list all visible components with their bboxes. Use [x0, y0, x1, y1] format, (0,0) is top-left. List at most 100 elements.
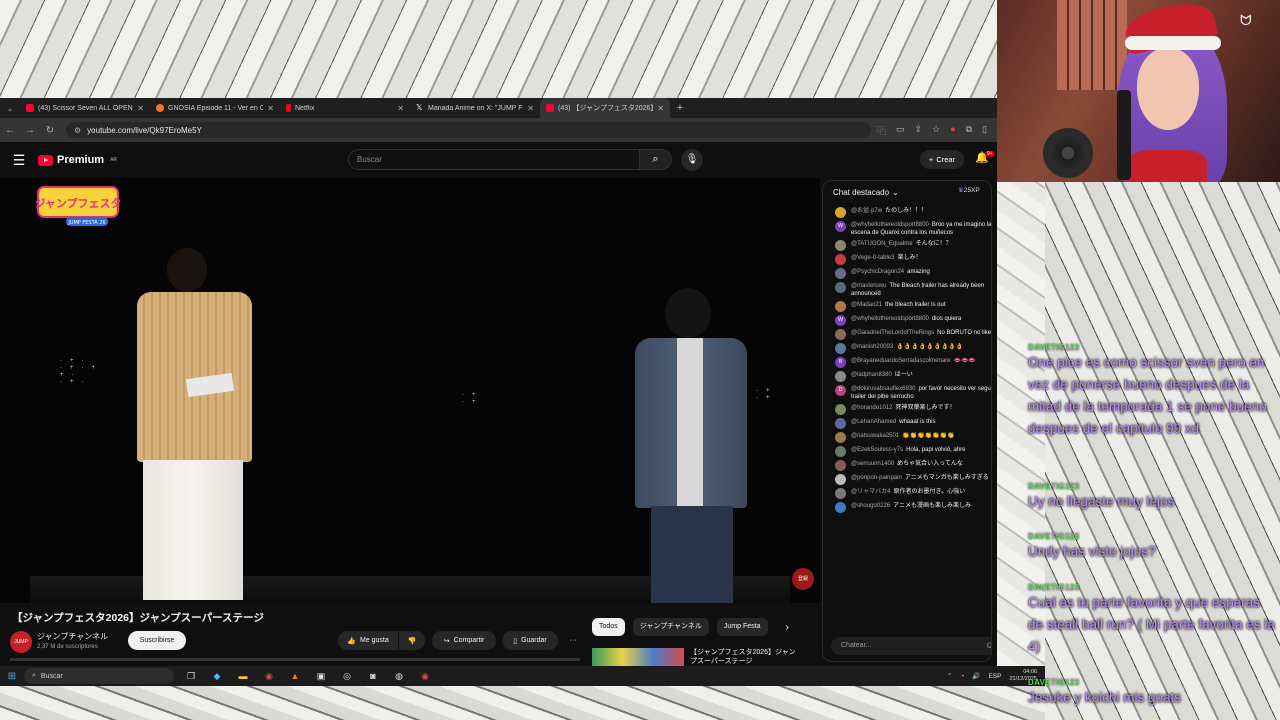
- chat-message[interactable]: @TATUGON_Equalme そんなに！？: [823, 238, 991, 252]
- share-button[interactable]: ↪ Compartir: [432, 631, 496, 650]
- chat-avatar[interactable]: [835, 239, 846, 251]
- tab-close-icon[interactable]: ✕: [527, 104, 534, 113]
- chat-username[interactable]: @shougo0226: [851, 503, 890, 509]
- tab-netflix[interactable]: Netflix ✕: [280, 98, 410, 118]
- xp-badge[interactable]: ♛25XP: [958, 186, 980, 194]
- chat-username[interactable]: @ponpon-painpain: [851, 475, 902, 481]
- chat-username[interactable]: @Madao21: [851, 302, 882, 308]
- cast-icon[interactable]: ▭: [896, 124, 905, 137]
- vlc-icon[interactable]: ▲: [288, 671, 302, 682]
- chat-message[interactable]: @horando1012 死神双葉楽しみです！: [823, 402, 991, 416]
- chat-message[interactable]: @manish20093 👌👌👌👌👌👌👌👌👌: [823, 341, 991, 355]
- chat-avatar[interactable]: [835, 459, 846, 471]
- chat-avatar[interactable]: [835, 281, 846, 293]
- video-player[interactable]: ジャンプフェスタ JUMP FESTA 26 ·+· ·+·+ +· ·+· ·+ ·+…: [0, 178, 820, 603]
- chat-username[interactable]: @LehanAhamed: [851, 419, 896, 425]
- chat-username[interactable]: @whyhellothereoldsport8800: [851, 222, 929, 228]
- taskbar-search[interactable]: ⌕ Buscar: [24, 668, 174, 684]
- chat-avatar[interactable]: [835, 431, 846, 443]
- windows-start-icon[interactable]: ⊞: [0, 671, 24, 682]
- emoji-icon[interactable]: ☺: [985, 640, 991, 650]
- chat-avatar[interactable]: [835, 342, 846, 354]
- tab-close-icon[interactable]: ✕: [137, 104, 144, 113]
- chat-username[interactable]: @horando1012: [851, 405, 892, 411]
- channel-avatar[interactable]: JUMP: [10, 631, 32, 653]
- chat-message[interactable]: @ladphan8380 はーい: [823, 369, 991, 383]
- chips-next-chevron-icon[interactable]: ›: [786, 622, 789, 633]
- chat-message[interactable]: @serruunn1400 めちゃ気合い入ってんな: [823, 458, 991, 472]
- chat-username[interactable]: @dokiruvabsauflex6930: [851, 386, 915, 392]
- tab-scissor-seven[interactable]: (43) Scissor Seven ALL OPENI... ✕: [20, 98, 150, 118]
- steam-icon[interactable]: ◎: [340, 671, 354, 682]
- recommended-video-thumbnail[interactable]: [592, 648, 684, 666]
- back-arrow-icon[interactable]: ←: [0, 125, 20, 136]
- chat-username[interactable]: @ladphan8380: [851, 372, 892, 378]
- copilot-icon[interactable]: ◆: [210, 671, 224, 682]
- chat-username[interactable]: @natsuwaka2501: [851, 433, 899, 439]
- chip-jump-channel[interactable]: ジャンプチャンネル: [632, 618, 709, 636]
- forward-arrow-icon[interactable]: →: [20, 125, 40, 136]
- bookmark-star-icon[interactable]: ☆: [932, 124, 940, 137]
- chat-message[interactable]: @LehanAhamed whaaat is this: [823, 416, 991, 430]
- puzzle-icon[interactable]: ⧉: [966, 124, 972, 137]
- chat-username[interactable]: @Vege-0-table3: [851, 255, 894, 261]
- chat-username[interactable]: @EzekSouless-y7s: [851, 447, 903, 453]
- youtube-premium-logo[interactable]: Premium AR: [38, 154, 117, 166]
- chat-message[interactable]: @お盆-p7w たのしみ！！！: [823, 205, 991, 219]
- search-icon[interactable]: ⌕: [640, 149, 672, 170]
- chat-message[interactable]: @GaladrielTheLordofTheRings No BORUTO no …: [823, 327, 991, 341]
- channel-watermark-icon[interactable]: 登録: [792, 568, 814, 590]
- chrome-icon[interactable]: ◉: [262, 671, 276, 682]
- tray-expand-chevron-icon[interactable]: ⌃: [947, 672, 952, 680]
- chat-avatar[interactable]: [835, 417, 846, 429]
- chat-message[interactable]: @リャマバカ4 原作者のお墨付き。心強い: [823, 486, 991, 500]
- chat-message[interactable]: @natsuwaka2501 👏👏👏👏👏👏👏: [823, 430, 991, 444]
- chat-mode-dropdown[interactable]: Chat destacado: [833, 188, 889, 197]
- chat-avatar[interactable]: [835, 253, 846, 265]
- chat-avatar[interactable]: D: [835, 384, 846, 396]
- tab-jump-festa[interactable]: (43) 【ジャンプフェスタ2026】ジャンプ... ✕: [540, 98, 670, 118]
- chat-message[interactable]: B @BrayaneduardoSerradascolmenare 👄👄👄: [823, 355, 991, 369]
- tab-close-icon[interactable]: ✕: [397, 104, 404, 113]
- chrome-active-icon[interactable]: ◉: [418, 671, 432, 682]
- chat-message[interactable]: W @whyhellothereoldsport8800 Broo ya me im…: [823, 219, 991, 238]
- chip-jump-festa[interactable]: Jump Festa: [716, 618, 768, 636]
- chat-message[interactable]: @PsychicDragon24 amazing: [823, 266, 991, 280]
- chat-username[interactable]: @manish20093: [851, 344, 893, 350]
- chat-message[interactable]: @EzekSouless-y7s Hola, papi volvió, ahre: [823, 444, 991, 458]
- search-input[interactable]: Buscar: [348, 149, 640, 170]
- translate-icon[interactable]: ⿻: [877, 124, 886, 137]
- obs-icon[interactable]: ◍: [392, 671, 406, 682]
- chat-username[interactable]: @GaladrielTheLordofTheRings: [851, 330, 934, 336]
- chat-username[interactable]: @お盆-p7w: [851, 208, 882, 214]
- chat-messages[interactable]: @お盆-p7w たのしみ！！！ W @whyhellothereoldsport880…: [823, 205, 991, 631]
- save-button[interactable]: ▯ Guardar: [502, 631, 558, 650]
- chat-avatar[interactable]: [835, 370, 846, 382]
- wifi-icon[interactable]: ◔: [960, 673, 964, 680]
- more-actions-button[interactable]: ···: [563, 631, 583, 650]
- like-button[interactable]: 👍 Me gusta: [338, 631, 398, 650]
- extension-icon[interactable]: ●: [950, 124, 955, 137]
- tab-manada-anime[interactable]: 𝕏 Manada Anime on X: "JUMP FE... ✕: [410, 98, 540, 118]
- chat-avatar[interactable]: W: [835, 220, 846, 232]
- chat-avatar[interactable]: [835, 328, 846, 340]
- tab-list-chevron-icon[interactable]: ⌄: [0, 104, 20, 113]
- tab-close-icon[interactable]: ✕: [657, 104, 664, 113]
- dislike-button[interactable]: 👎: [399, 631, 425, 650]
- tab-close-icon[interactable]: ✕: [267, 104, 274, 113]
- chat-username[interactable]: @masteruwu: [851, 283, 886, 289]
- voice-search-mic-icon[interactable]: 🎙: [681, 149, 703, 171]
- subscribe-button[interactable]: Suscribirse: [128, 631, 186, 650]
- app-icon[interactable]: ▣: [314, 671, 328, 682]
- sidepanel-icon[interactable]: ▯: [982, 124, 987, 137]
- file-explorer-icon[interactable]: ▬: [236, 671, 250, 682]
- chat-avatar[interactable]: [835, 403, 846, 415]
- chat-message[interactable]: D @dokiruvabsauflex6930 por favor necesito…: [823, 383, 991, 402]
- chat-message[interactable]: @shougo0226 アニメも漫画も楽しみ楽しみ: [823, 500, 991, 514]
- chat-username[interactable]: @PsychicDragon24: [851, 269, 904, 275]
- chat-avatar[interactable]: [835, 487, 846, 499]
- language-indicator[interactable]: ESP: [988, 673, 1001, 680]
- chat-username[interactable]: @whyhellothereoldsport8800: [851, 316, 929, 322]
- task-view-icon[interactable]: ❐: [184, 671, 198, 682]
- chat-username[interactable]: @BrayaneduardoSerradascolmenare: [851, 358, 950, 364]
